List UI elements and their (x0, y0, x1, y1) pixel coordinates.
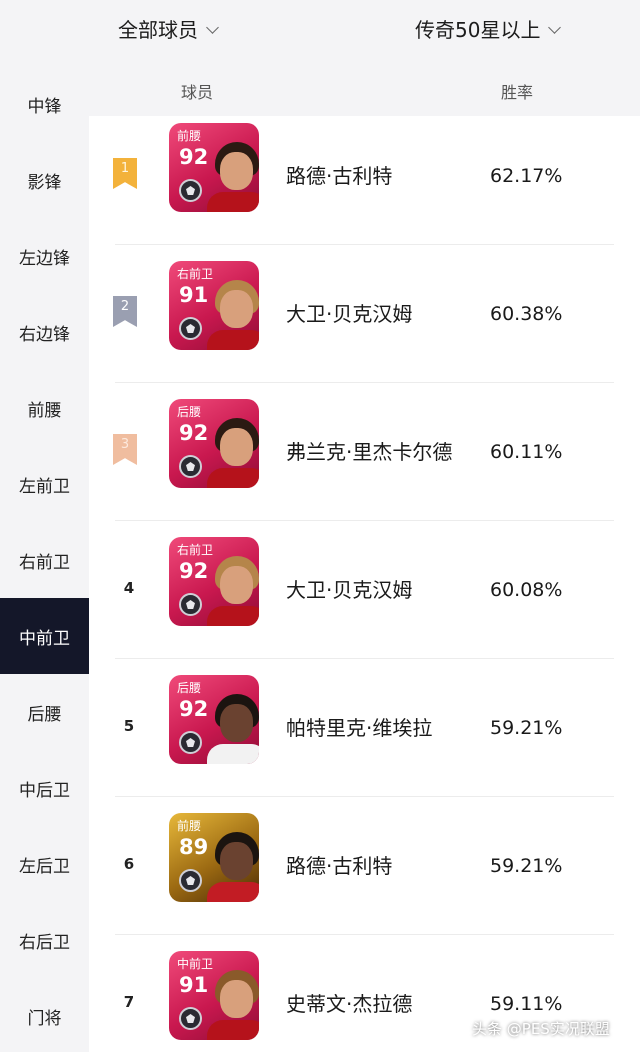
club-emblem-icon (179, 179, 202, 202)
sidebar-item-rmf[interactable]: 右前卫 (0, 522, 89, 598)
player-card: 前腰 89 (169, 813, 259, 902)
rank-badge-silver: 2 (113, 296, 137, 327)
player-portrait (207, 832, 259, 902)
rank-number: 4 (123, 579, 135, 597)
player-card: 右前卫 92 (169, 537, 259, 626)
ranking-list: 球员 胜率 1 前腰 92 路德·古利特 62.17% 2 右前卫 91 大卫·… (89, 64, 640, 1052)
sidebar-item-lwf[interactable]: 左边锋 (0, 218, 89, 294)
card-rating: 91 (179, 973, 209, 997)
win-rate: 59.21% (490, 855, 563, 877)
card-position: 右前卫 (177, 543, 214, 557)
player-card: 前腰 92 (169, 123, 259, 212)
card-position: 右前卫 (177, 267, 214, 281)
table-row[interactable]: 5 后腰 92 帕特里克·维埃拉 59.21% (89, 659, 640, 797)
player-name: 帕特里克·维埃拉 (286, 716, 433, 740)
player-name: 史蒂文·杰拉德 (286, 992, 413, 1016)
table-row[interactable]: 1 前腰 92 路德·古利特 62.17% (89, 107, 640, 245)
chevron-down-icon (548, 20, 562, 34)
rank-badge-gold: 1 (113, 158, 137, 189)
player-filter-dropdown[interactable]: 全部球员 (118, 14, 219, 46)
position-sidebar: 中锋 影锋 左边锋 右边锋 前腰 左前卫 右前卫 中前卫 后腰 中后卫 左后卫 … (0, 64, 89, 1052)
player-portrait (207, 970, 259, 1040)
card-rating: 92 (179, 145, 209, 169)
sidebar-item-dmf[interactable]: 后腰 (0, 674, 89, 750)
player-portrait (207, 694, 259, 764)
table-row[interactable]: 3 后腰 92 弗兰克·里杰卡尔德 60.11% (89, 383, 640, 521)
rank-badge-bronze: 3 (113, 434, 137, 465)
column-header-win-rate: 胜率 (501, 83, 534, 102)
watermark: 头条 @PES实况联盟 (472, 1020, 610, 1038)
player-portrait (207, 418, 259, 488)
sidebar-item-cb[interactable]: 中后卫 (0, 750, 89, 826)
table-row[interactable]: 2 右前卫 91 大卫·贝克汉姆 60.38% (89, 245, 640, 383)
column-header-player: 球员 (181, 83, 214, 102)
player-filter-label: 全部球员 (118, 18, 198, 42)
player-portrait (207, 142, 259, 212)
card-rating: 92 (179, 559, 209, 583)
card-rating: 89 (179, 835, 209, 859)
win-rate: 59.21% (490, 717, 563, 739)
table-row[interactable]: 4 右前卫 92 大卫·贝克汉姆 60.08% (89, 521, 640, 659)
sidebar-item-amf[interactable]: 前腰 (0, 370, 89, 446)
player-card: 后腰 92 (169, 675, 259, 764)
win-rate: 60.11% (490, 441, 563, 463)
player-portrait (207, 556, 259, 626)
club-emblem-icon (179, 869, 202, 892)
win-rate: 62.17% (490, 165, 563, 187)
player-name: 弗兰克·里杰卡尔德 (286, 440, 453, 464)
sidebar-item-ss[interactable]: 影锋 (0, 142, 89, 218)
rank-number: 6 (123, 855, 135, 873)
player-name: 路德·古利特 (286, 164, 393, 188)
card-position: 前腰 (177, 819, 202, 833)
club-emblem-icon (179, 455, 202, 478)
club-emblem-icon (179, 1007, 202, 1030)
sidebar-item-lmf[interactable]: 左前卫 (0, 446, 89, 522)
player-name: 大卫·贝克汉姆 (286, 302, 413, 326)
player-portrait (207, 280, 259, 350)
club-emblem-icon (179, 317, 202, 340)
sidebar-item-rb[interactable]: 右后卫 (0, 902, 89, 978)
win-rate: 60.08% (490, 579, 563, 601)
player-card: 后腰 92 (169, 399, 259, 488)
player-card: 中前卫 91 (169, 951, 259, 1040)
player-name: 路德·古利特 (286, 854, 393, 878)
win-rate: 60.38% (490, 303, 563, 325)
card-rating: 92 (179, 421, 209, 445)
sidebar-item-cf[interactable]: 中锋 (0, 66, 89, 142)
level-filter-dropdown[interactable]: 传奇50星以上 (415, 14, 562, 46)
sidebar-item-cmf[interactable]: 中前卫 (0, 598, 89, 674)
card-rating: 92 (179, 697, 209, 721)
card-position: 前腰 (177, 129, 202, 143)
table-row[interactable]: 6 前腰 89 路德·古利特 59.21% (89, 797, 640, 935)
player-name: 大卫·贝克汉姆 (286, 578, 413, 602)
card-rating: 91 (179, 283, 209, 307)
filter-bar: 全部球员 传奇50星以上 (0, 0, 640, 64)
club-emblem-icon (179, 593, 202, 616)
sidebar-item-lb[interactable]: 左后卫 (0, 826, 89, 902)
level-filter-label: 传奇50星以上 (415, 18, 541, 42)
player-card: 右前卫 91 (169, 261, 259, 350)
card-position: 中前卫 (177, 957, 214, 971)
sidebar-item-rwf[interactable]: 右边锋 (0, 294, 89, 370)
sidebar-item-gk[interactable]: 门将 (0, 978, 89, 1052)
club-emblem-icon (179, 731, 202, 754)
chevron-down-icon (206, 20, 219, 34)
card-position: 后腰 (177, 681, 202, 695)
rank-number: 5 (123, 717, 135, 735)
rank-number: 7 (123, 993, 135, 1011)
card-position: 后腰 (177, 405, 202, 419)
